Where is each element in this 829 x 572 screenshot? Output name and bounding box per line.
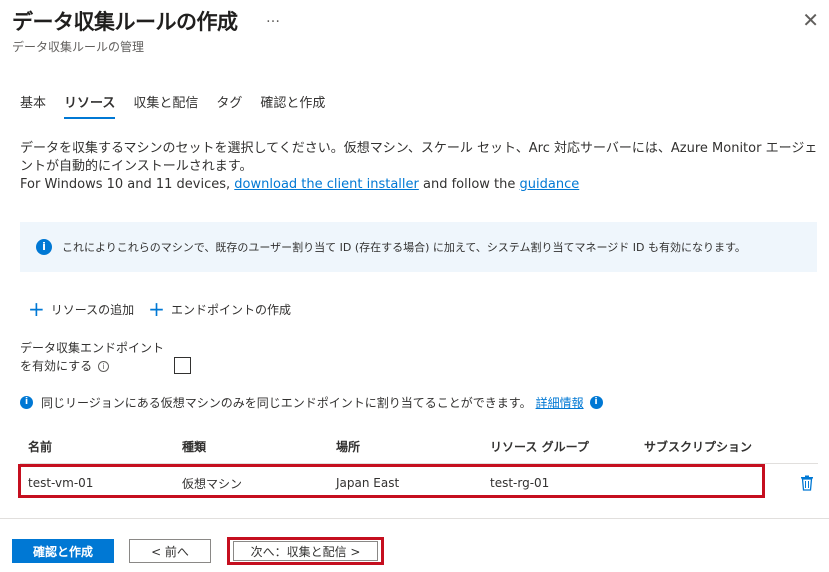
plus-icon: + — [148, 297, 165, 321]
column-header-location[interactable]: 場所 — [328, 438, 482, 455]
column-header-name[interactable]: 名前 — [20, 438, 174, 455]
more-options-icon[interactable]: … — [266, 10, 281, 26]
info-banner: i これによりこれらのマシンで、既存のユーザー割り当て ID (存在する場合) … — [20, 222, 817, 272]
tab-collect-and-deliver[interactable]: 収集と配信 — [133, 92, 198, 119]
add-resource-label: リソースの追加 — [50, 302, 135, 317]
enable-endpoint-label: データ収集エンドポイントを有効にする i — [20, 339, 170, 375]
next-button[interactable]: 次へ：収集と配信 > — [233, 541, 378, 561]
column-header-type[interactable]: 種類 — [174, 438, 328, 455]
row-highlight-frame — [18, 464, 765, 498]
learn-more-link[interactable]: 詳細情報 — [536, 394, 584, 411]
info-banner-text: これによりこれらのマシンで、既存のユーザー割り当て ID (存在する場合) に加… — [62, 241, 746, 254]
create-endpoint-label: エンドポイントの作成 — [170, 302, 291, 317]
info-tooltip-icon[interactable]: i — [98, 361, 110, 372]
info-icon: i — [20, 396, 33, 409]
enable-endpoint-text: データ収集エンドポイントを有効にする — [20, 341, 165, 373]
add-resource-button[interactable]: + リソースの追加 — [28, 297, 135, 321]
info-icon: i — [36, 239, 52, 255]
table-header: 名前 種類 場所 リソース グループ サブスクリプション — [20, 430, 818, 464]
description-text: For Windows 10 and 11 devices, — [20, 177, 235, 192]
info-icon[interactable]: i — [589, 396, 603, 409]
trash-icon — [801, 475, 813, 491]
description-line2: For Windows 10 and 11 devices, download … — [20, 176, 820, 194]
page-subtitle: データ収集ルールの管理 — [12, 40, 145, 54]
column-header-subscription[interactable]: サブスクリプション — [636, 438, 796, 455]
plus-icon: + — [28, 297, 45, 321]
description-line1: データを収集するマシンのセットを選択してください。仮想マシン、スケール セット、… — [20, 141, 818, 174]
tab-review-create[interactable]: 確認と作成 — [260, 92, 325, 119]
region-note: i 同じリージョンにある仮想マシンのみを同じエンドポイントに割り当てることができ… — [20, 394, 603, 411]
create-endpoint-button[interactable]: + エンドポイントの作成 — [148, 297, 291, 321]
description-text: and follow the — [418, 177, 520, 192]
review-create-button[interactable]: 確認と作成 — [12, 539, 114, 563]
tab-bar: 基本 リソース 収集と配信 タグ 確認と作成 — [20, 92, 343, 119]
tab-tags[interactable]: タグ — [216, 92, 242, 119]
tab-basics[interactable]: 基本 — [20, 92, 46, 119]
column-header-resource-group[interactable]: リソース グループ — [482, 438, 636, 455]
delete-row-button[interactable] — [796, 475, 818, 491]
previous-button[interactable]: < 前へ — [129, 539, 211, 563]
resource-actions: + リソースの追加 + エンドポイントの作成 — [28, 297, 305, 321]
guidance-link[interactable]: guidance — [520, 177, 580, 192]
region-note-text: 同じリージョンにある仮想マシンのみを同じエンドポイントに割り当てることができます… — [41, 396, 532, 410]
page-title: データ収集ルールの作成 — [12, 10, 238, 34]
footer-divider — [0, 518, 829, 519]
close-icon[interactable]: ✕ — [802, 8, 819, 32]
enable-endpoint-checkbox[interactable] — [174, 357, 191, 374]
download-client-link[interactable]: download the client installer — [234, 177, 419, 192]
tab-resources[interactable]: リソース — [64, 92, 116, 119]
description: データを収集するマシンのセットを選択してください。仮想マシン、スケール セット、… — [20, 140, 820, 194]
